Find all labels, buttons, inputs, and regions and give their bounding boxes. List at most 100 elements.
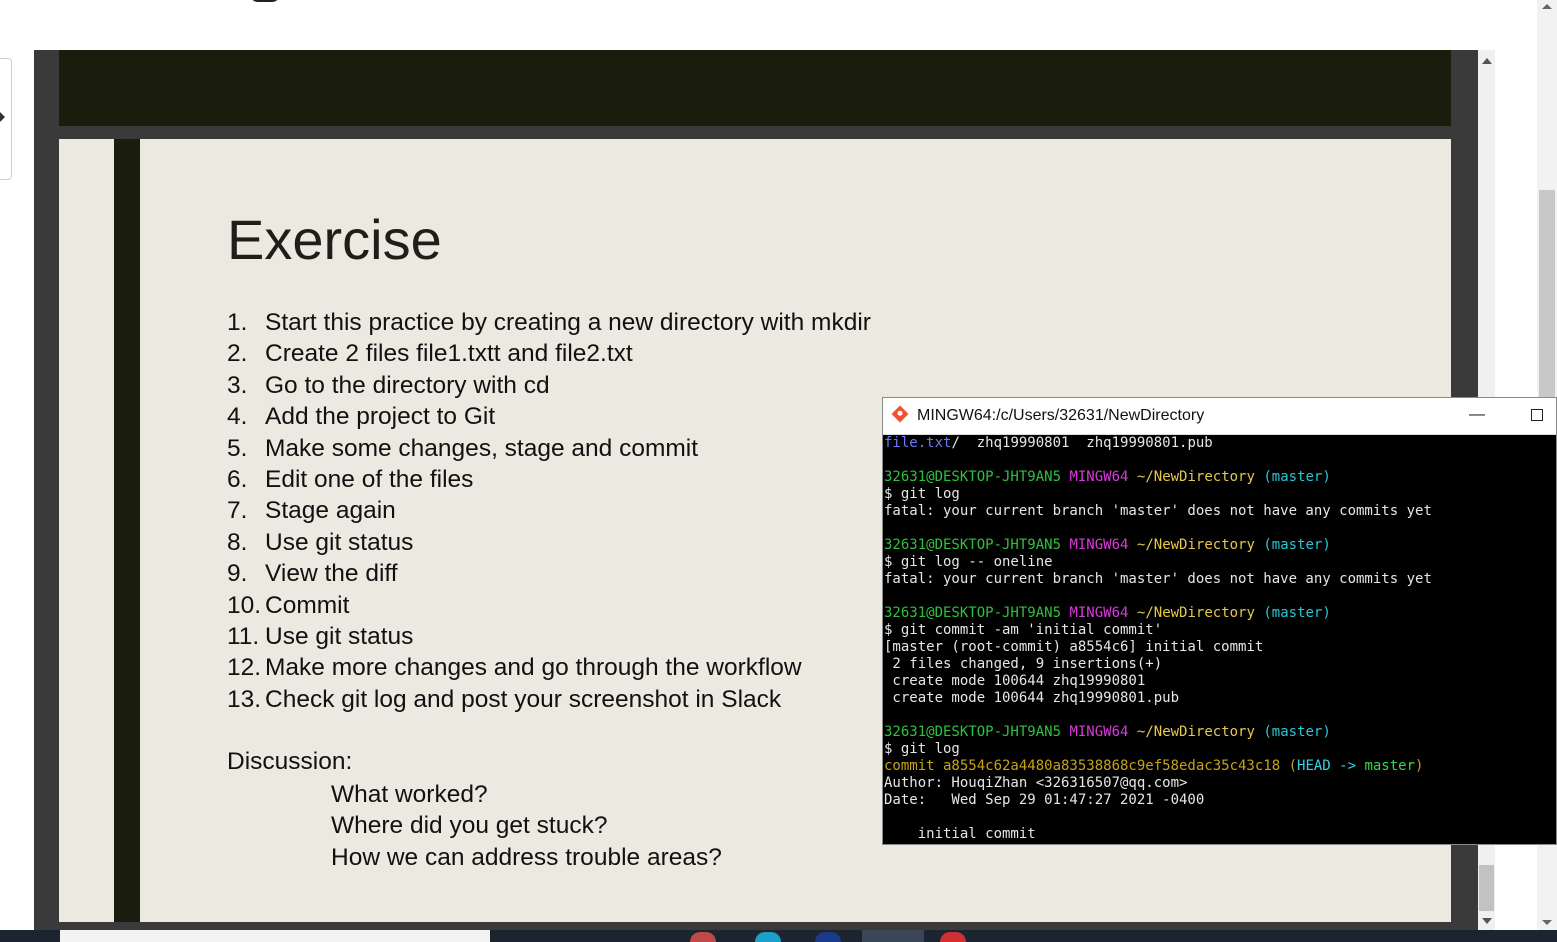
browser-scroll-thumb[interactable] bbox=[1539, 190, 1555, 400]
steps-list: 1. Start this practice by creating a new … bbox=[227, 307, 871, 715]
taskbar-search[interactable] bbox=[60, 930, 490, 942]
step-text: Go to the directory with cd bbox=[265, 371, 550, 399]
step-item: 9. View the diff bbox=[227, 558, 871, 589]
terminal-line: file.txt/ zhq19990801 zhq19990801.pub bbox=[884, 435, 1555, 452]
step-number: 9. bbox=[227, 560, 248, 588]
terminal-text: ( bbox=[1288, 758, 1298, 774]
step-text: Edit one of the files bbox=[265, 466, 474, 494]
terminal-text: create mode 100644 zhq19990801 bbox=[884, 673, 1146, 689]
terminal-text: ~/NewDirectory bbox=[1136, 469, 1255, 485]
terminal-text: fatal: your current branch 'master' does… bbox=[884, 503, 1432, 519]
terminal-text: 32631@DESKTOP-JHT9AN5 bbox=[884, 469, 1062, 485]
minimize-icon[interactable]: — bbox=[1469, 406, 1485, 424]
taskbar-active-app[interactable] bbox=[862, 930, 924, 942]
step-text: Make some changes, stage and commit bbox=[265, 434, 699, 462]
terminal-text: $ git log -- oneline bbox=[884, 554, 1053, 570]
terminal-prompt-line: 32631@DESKTOP-JHT9AN5 MINGW64 ~/NewDirec… bbox=[884, 605, 1555, 622]
discussion-title: Discussion: bbox=[227, 748, 353, 775]
step-item: 5. Make some changes, stage and commit bbox=[227, 433, 871, 464]
terminal-text: create mode 100644 zhq19990801.pub bbox=[884, 690, 1180, 706]
step-text: Stage again bbox=[265, 497, 396, 525]
terminal-line: Date: Wed Sep 29 01:47:27 2021 -0400 bbox=[884, 792, 1555, 809]
step-number: 3. bbox=[227, 371, 248, 399]
terminal-text: ~/NewDirectory bbox=[1136, 605, 1255, 621]
terminal-line: create mode 100644 zhq19990801.pub bbox=[884, 690, 1555, 707]
step-number: 4. bbox=[227, 403, 248, 431]
terminal-prompt-line: 32631@DESKTOP-JHT9AN5 MINGW64 ~/NewDirec… bbox=[884, 724, 1555, 741]
terminal-text: $ git log bbox=[884, 741, 960, 757]
step-number: 13. bbox=[227, 685, 262, 713]
step-item: 7. Stage again bbox=[227, 495, 871, 526]
taskbar-app-icon[interactable] bbox=[815, 932, 841, 942]
terminal-titlebar[interactable]: MINGW64:/c/Users/32631/NewDirectory — bbox=[883, 398, 1556, 435]
terminal-text: $ git commit -am 'initial commit' bbox=[884, 622, 1163, 638]
terminal-text: (master) bbox=[1263, 537, 1331, 553]
terminal-text: Author: HouqiZhan <326316507@qq.com> bbox=[884, 775, 1188, 791]
terminal-text: $ git log bbox=[884, 486, 960, 502]
scroll-down-icon[interactable] bbox=[1542, 920, 1552, 925]
git-icon bbox=[891, 405, 909, 423]
terminal-output[interactable]: file.txt/ zhq19990801 zhq19990801.pub 326… bbox=[884, 435, 1555, 843]
terminal-line: $ git commit -am 'initial commit' bbox=[884, 622, 1555, 639]
terminal-line: fatal: your current branch 'master' does… bbox=[884, 503, 1555, 520]
step-text: Commit bbox=[265, 591, 350, 619]
terminal-text: MINGW64 bbox=[1069, 469, 1129, 485]
terminal-text: MINGW64 bbox=[1069, 605, 1129, 621]
terminal-line: [master (root-commit) a8554c6] initial c… bbox=[884, 639, 1555, 656]
step-number: 7. bbox=[227, 497, 248, 525]
terminal-text: fatal: your current branch 'master' does… bbox=[884, 571, 1432, 587]
terminal-text: commit a8554c62a4480a83538868c9ef58edac3… bbox=[884, 758, 1289, 774]
terminal-text: / zhq19990801 zhq19990801.pub bbox=[951, 435, 1213, 451]
scroll-up-icon[interactable] bbox=[1482, 58, 1492, 64]
scroll-up-icon[interactable] bbox=[1542, 4, 1552, 9]
terminal-text: file.txt bbox=[884, 435, 952, 451]
terminal-text: HEAD -> bbox=[1297, 758, 1365, 774]
step-item: 3. Go to the directory with cd bbox=[227, 370, 871, 401]
discussion-item: Where did you get stuck? bbox=[331, 812, 608, 840]
terminal-line: Author: HouqiZhan <326316507@qq.com> bbox=[884, 775, 1555, 792]
discussion-item: What worked? bbox=[331, 781, 488, 808]
sidebar-toggle[interactable] bbox=[0, 58, 12, 180]
step-number: 8. bbox=[227, 528, 248, 556]
step-text: View the diff bbox=[265, 560, 398, 588]
terminal-text: 32631@DESKTOP-JHT9AN5 bbox=[884, 537, 1062, 553]
terminal-line: initial commit bbox=[884, 826, 1555, 843]
step-number: 5. bbox=[227, 434, 248, 462]
scroll-down-icon[interactable] bbox=[1482, 918, 1492, 924]
step-item: 8. Use git status bbox=[227, 527, 871, 558]
terminal-line: 2 files changed, 9 insertions(+) bbox=[884, 656, 1555, 673]
terminal-text: ) bbox=[1415, 758, 1424, 774]
terminal-line: create mode 100644 zhq19990801 bbox=[884, 673, 1555, 690]
step-text: Check git log and post your screenshot i… bbox=[265, 685, 782, 713]
step-number: 10. bbox=[227, 591, 262, 619]
terminal-text: (master) bbox=[1263, 469, 1331, 485]
terminal-line: commit a8554c62a4480a83538868c9ef58edac3… bbox=[884, 758, 1555, 775]
terminal-window[interactable]: MINGW64:/c/Users/32631/NewDirectory — fi… bbox=[882, 397, 1557, 845]
viewer-scroll-thumb[interactable] bbox=[1479, 865, 1494, 911]
terminal-text: initial commit bbox=[884, 826, 1036, 842]
terminal-text: 32631@DESKTOP-JHT9AN5 bbox=[884, 605, 1062, 621]
previous-slide-bottom bbox=[59, 50, 1451, 126]
step-text: Use git status bbox=[265, 528, 414, 556]
step-text: Start this practice by creating a new di… bbox=[265, 309, 871, 336]
terminal-text: [master (root-commit) a8554c6] initial c… bbox=[884, 639, 1264, 655]
terminal-prompt-line: 32631@DESKTOP-JHT9AN5 MINGW64 ~/NewDirec… bbox=[884, 537, 1555, 554]
terminal-line: fatal: your current branch 'master' does… bbox=[884, 571, 1555, 588]
taskbar-app-icon[interactable] bbox=[755, 932, 781, 942]
taskbar-app-icon[interactable] bbox=[690, 932, 716, 942]
taskbar-app-icon[interactable] bbox=[940, 932, 966, 942]
header-fragment bbox=[250, 0, 280, 2]
maximize-icon[interactable] bbox=[1531, 409, 1543, 421]
terminal-text: MINGW64 bbox=[1069, 537, 1129, 553]
sidebar-toggle-icon bbox=[0, 111, 5, 123]
step-number: 6. bbox=[227, 466, 248, 494]
terminal-text: (master) bbox=[1263, 724, 1331, 740]
step-number: 12. bbox=[227, 654, 262, 682]
terminal-text: ~/NewDirectory bbox=[1136, 724, 1255, 740]
slide-title: Exercise bbox=[227, 208, 442, 271]
terminal-text: 32631@DESKTOP-JHT9AN5 bbox=[884, 724, 1062, 740]
step-item: 1. Start this practice by creating a new … bbox=[227, 307, 871, 338]
